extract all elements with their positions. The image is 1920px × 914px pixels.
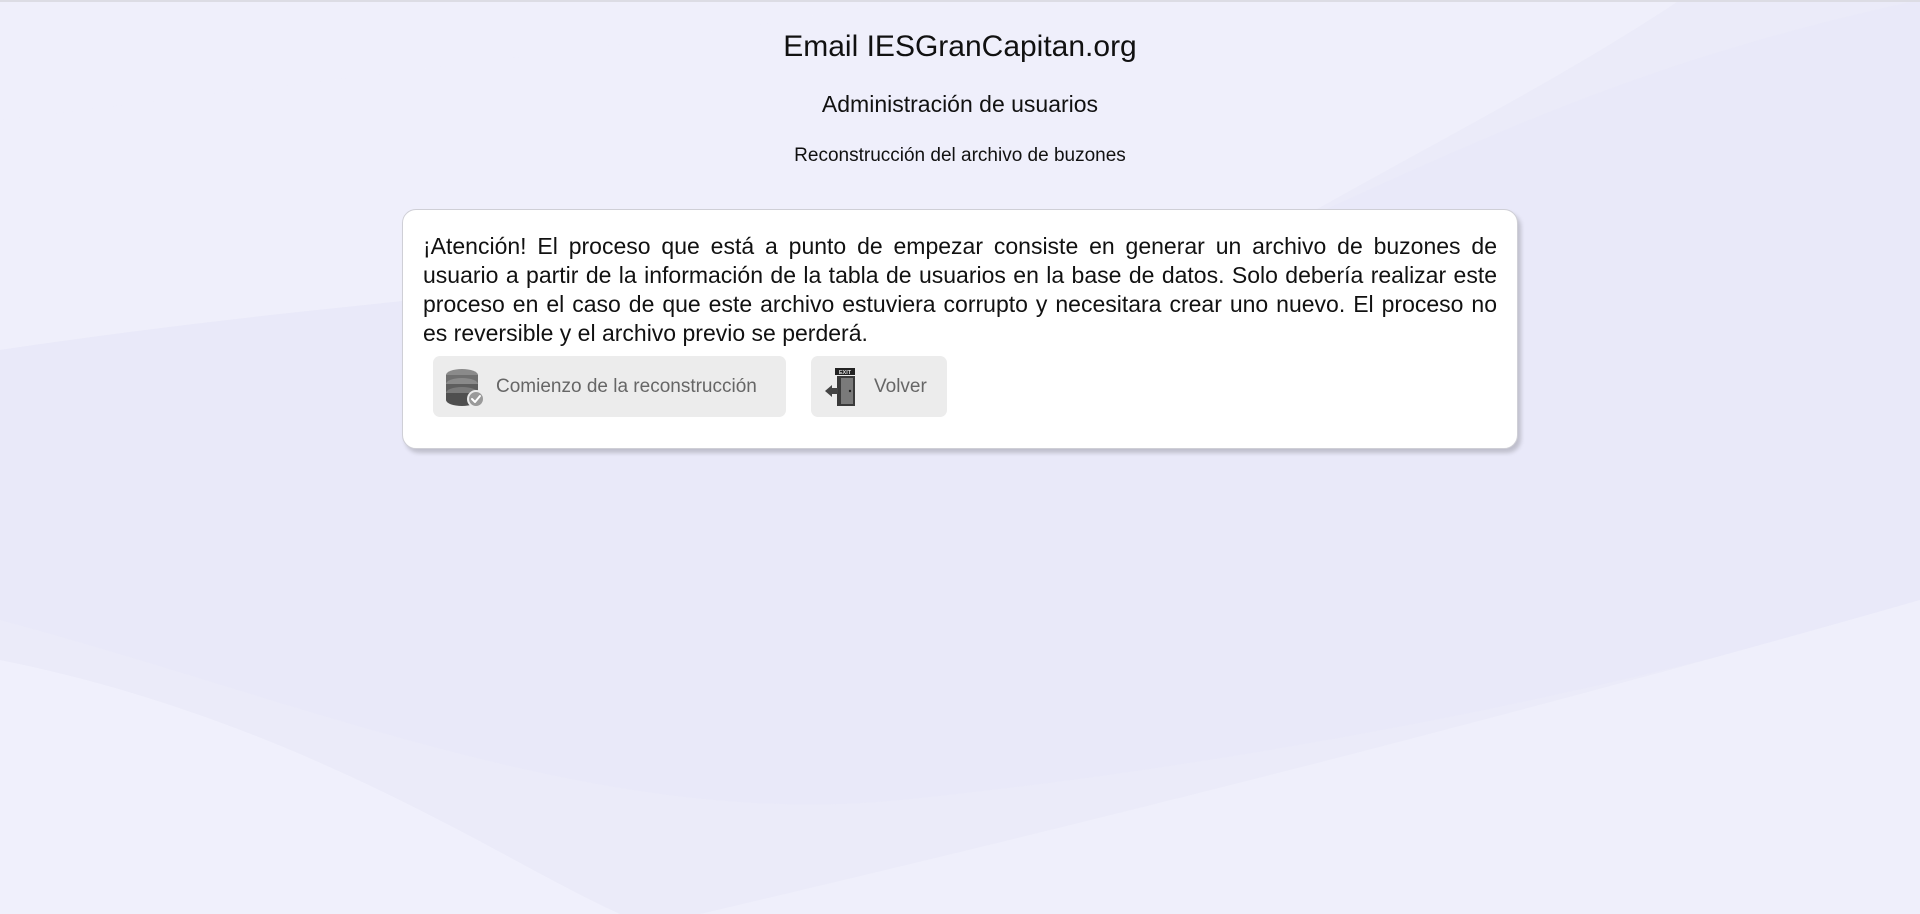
action-buttons: Comienzo de la reconstrucción EXIT Volve… bbox=[433, 356, 947, 417]
warning-card: ¡Atención! El proceso que está a punto d… bbox=[402, 209, 1518, 449]
start-rebuild-button[interactable]: Comienzo de la reconstrucción bbox=[433, 356, 786, 417]
exit-door-icon: EXIT bbox=[823, 366, 863, 408]
back-button[interactable]: EXIT Volver bbox=[811, 356, 947, 417]
section-title: Reconstrucción del archivo de buzones bbox=[794, 145, 1126, 166]
back-label: Volver bbox=[874, 375, 927, 397]
background-waves bbox=[0, 0, 1920, 914]
top-border bbox=[0, 0, 1920, 2]
app-title: Email IESGranCapitan.org bbox=[783, 30, 1137, 63]
warning-message: ¡Atención! El proceso que está a punto d… bbox=[423, 233, 1497, 346]
svg-text:EXIT: EXIT bbox=[839, 370, 852, 376]
database-check-icon bbox=[445, 366, 485, 408]
page-subtitle: Administración de usuarios bbox=[821, 91, 1099, 117]
start-rebuild-label: Comienzo de la reconstrucción bbox=[496, 375, 757, 397]
